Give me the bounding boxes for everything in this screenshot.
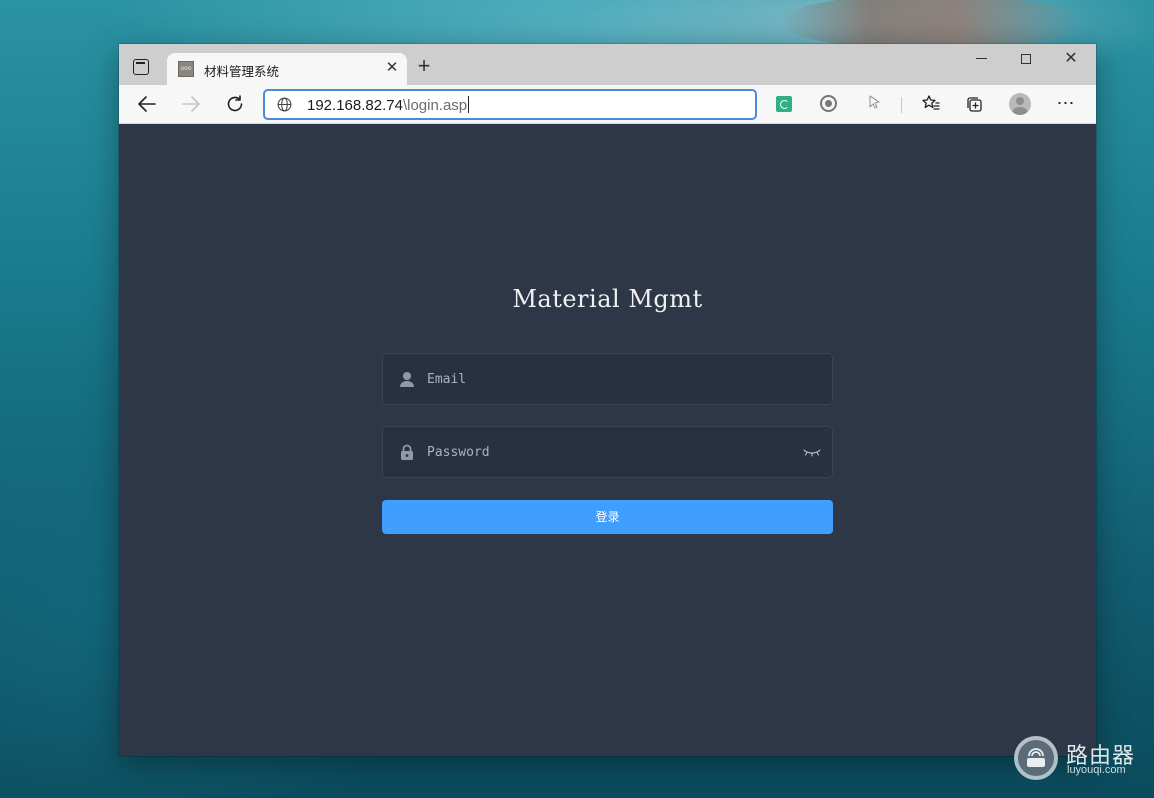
- lock-icon: [401, 444, 413, 460]
- address-bar[interactable]: 192.168.82.74\login.asp: [263, 89, 757, 120]
- password-field[interactable]: [427, 427, 797, 477]
- browser-window: ooo 材料管理系统 ✕ + ✕ 192.168.82.74\login.asp: [119, 44, 1096, 756]
- tab-actions-icon[interactable]: [133, 59, 149, 75]
- tab-title: 材料管理系统: [204, 65, 280, 79]
- minimize-button[interactable]: [961, 48, 1001, 72]
- close-icon[interactable]: ✕: [383, 59, 401, 77]
- favorites-icon[interactable]: [920, 94, 942, 116]
- green-extension-icon[interactable]: [776, 96, 792, 112]
- login-page: Material Mgmt 登录: [119, 124, 1096, 756]
- reload-icon[interactable]: [223, 93, 247, 117]
- url-path: \login.asp: [402, 97, 468, 114]
- arrow-left-icon[interactable]: [135, 93, 159, 117]
- url-text[interactable]: 192.168.82.74\login.asp: [307, 96, 470, 114]
- watermark-url: luyouqi.com: [1067, 764, 1126, 776]
- text-caret: [468, 96, 470, 113]
- globe-icon[interactable]: [277, 97, 292, 112]
- url-host: 192.168.82.74: [307, 97, 403, 114]
- circle-extension-icon[interactable]: [820, 95, 837, 112]
- maximize-button[interactable]: [1006, 48, 1046, 72]
- password-field-container: [382, 426, 833, 478]
- arrow-right-icon[interactable]: [179, 93, 203, 117]
- toolbar-separator: [901, 97, 902, 113]
- browser-toolbar: 192.168.82.74\login.asp ⋯: [119, 85, 1096, 124]
- watermark-logo: [1014, 736, 1058, 780]
- cursor-extension-icon[interactable]: [864, 94, 886, 116]
- active-tab[interactable]: ooo 材料管理系统 ✕: [167, 53, 407, 85]
- eye-closed-icon[interactable]: [803, 446, 821, 458]
- login-button[interactable]: 登录: [382, 500, 833, 534]
- page-title: Material Mgmt: [512, 285, 703, 313]
- profile-avatar[interactable]: [1009, 93, 1031, 115]
- wallpaper-fish: [780, 0, 1080, 50]
- tab-bar: ooo 材料管理系统 ✕ + ✕: [119, 44, 1096, 85]
- email-field[interactable]: [427, 354, 797, 404]
- more-dots-icon[interactable]: ⋯: [1055, 94, 1077, 116]
- favicon-icon: ooo: [178, 61, 194, 77]
- user-icon: [400, 372, 414, 387]
- email-field-container: [382, 353, 833, 405]
- collections-icon[interactable]: [964, 94, 986, 116]
- plus-icon[interactable]: +: [414, 55, 434, 77]
- window-close-button[interactable]: ✕: [1051, 48, 1091, 72]
